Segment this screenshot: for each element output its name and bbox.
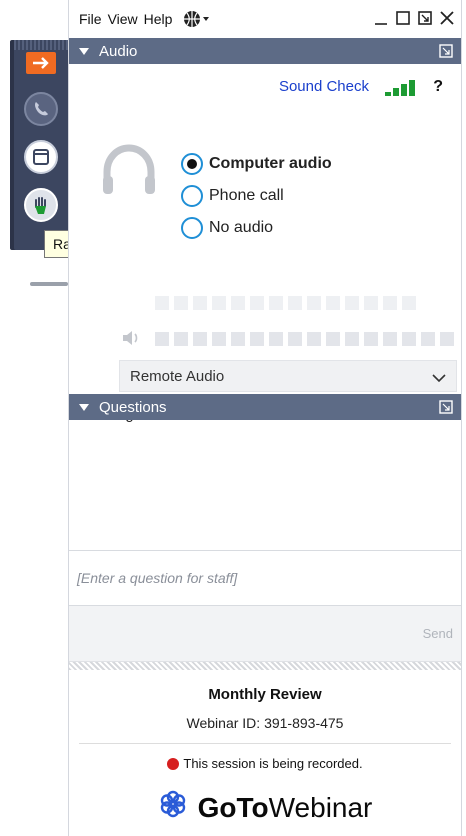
speaker-level-meter [155,332,454,346]
recording-dot-icon [167,757,180,770]
audio-mode-options: Computer audio Phone call No audio [181,148,332,244]
question-input[interactable]: [Enter a question for staff] [69,550,461,606]
webinar-window: File View Help Audio Sound Check ? Compu… [68,0,462,836]
phone-call-label: Phone call [209,187,284,204]
chevron-down-icon [432,370,446,387]
menu-view[interactable]: View [108,11,138,27]
audio-header-label: Audio [99,42,138,60]
menu-file[interactable]: File [79,11,102,27]
microphone-level-meter [155,296,416,310]
phone-call-option[interactable]: Phone call [181,180,332,212]
popout-icon[interactable] [439,44,453,62]
brand-goto: GoTo [197,791,269,823]
globe-icon[interactable] [182,9,212,29]
send-button[interactable]: Send [423,626,453,641]
webinar-title: Monthly Review [208,686,322,703]
popout-icon[interactable] [417,10,433,29]
arrow-right-icon[interactable] [26,52,56,74]
popout-icon[interactable] [439,400,453,418]
webinar-id: Webinar ID: 391-893-475 [186,715,344,731]
speaker-select-value: Remote Audio [130,367,225,385]
questions-log [69,420,461,550]
recording-notice: This session is being recorded. [69,756,461,771]
speaker-select[interactable]: Remote Audio [119,360,457,392]
recording-text: This session is being recorded. [183,756,363,771]
questions-header-label: Questions [99,398,167,416]
control-panel-shadow [30,282,68,286]
computer-audio-label: Computer audio [209,155,332,172]
collapse-triangle-icon [79,403,89,411]
hand-icon[interactable] [24,188,58,222]
questions-section-header[interactable]: Questions [69,394,461,420]
divider [79,743,451,744]
no-audio-radio[interactable] [181,217,203,239]
menu-bar: File View Help [69,0,461,38]
signal-strength-icon [385,80,415,96]
window-controls [373,10,455,29]
control-panel [14,40,68,250]
minimize-icon[interactable] [373,10,389,29]
computer-audio-option[interactable]: Computer audio [181,148,332,180]
headset-icon [99,142,159,211]
window-icon[interactable] [24,140,58,174]
computer-audio-radio[interactable] [181,153,203,175]
audio-section-header[interactable]: Audio [69,38,461,64]
close-icon[interactable] [439,10,455,29]
maximize-icon[interactable] [395,10,411,29]
gotowebinar-logo-icon [158,789,188,826]
audio-panel: Sound Check ? Computer audio Phone call … [69,64,461,423]
gotowebinar-brand: GoTo Webinar [69,789,461,826]
no-audio-option[interactable]: No audio [181,212,332,244]
collapse-triangle-icon [79,47,89,55]
menu-help[interactable]: Help [144,11,173,27]
phone-call-radio[interactable] [181,185,203,207]
speaker-icon [121,330,141,351]
brand-webinar: Webinar [268,791,373,823]
sound-check-link[interactable]: Sound Check [279,78,369,95]
divider-strip [69,662,461,670]
phone-icon[interactable] [24,92,58,126]
question-compose-area[interactable]: Send [69,606,461,662]
audio-help-button[interactable]: ? [433,78,443,96]
control-panel-grip[interactable] [14,40,68,50]
no-audio-label: No audio [209,219,274,236]
session-info: Monthly Review Webinar ID: 391-893-475 T… [69,670,461,826]
